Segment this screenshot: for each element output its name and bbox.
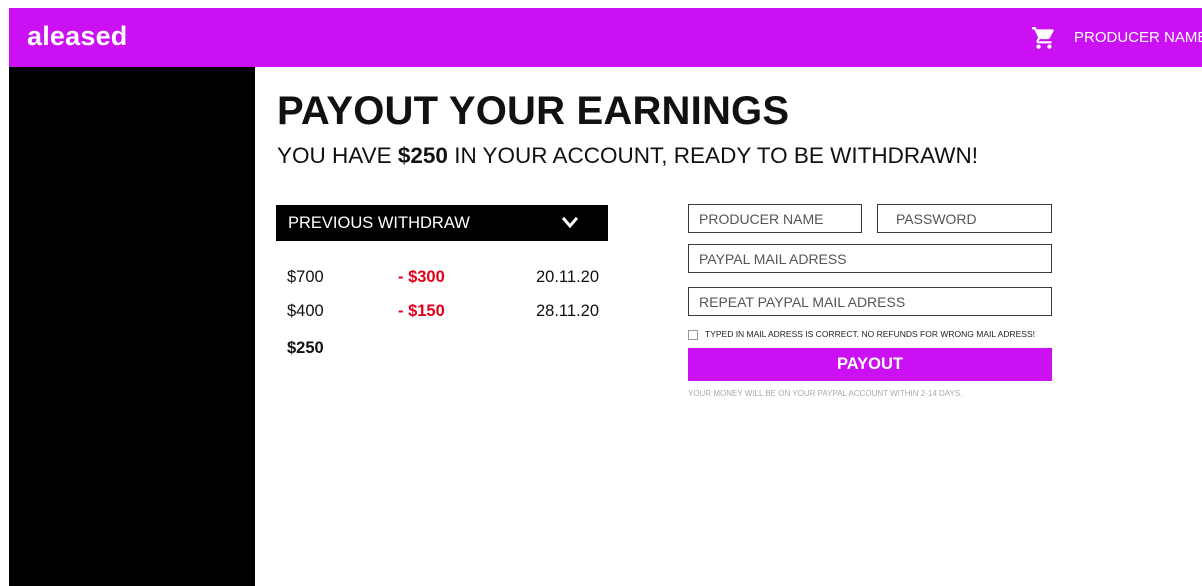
logo[interactable]: aleased <box>27 21 127 52</box>
payout-button[interactable]: PAYOUT <box>688 348 1052 381</box>
previous-withdraw-dropdown[interactable]: PREVIOUS WITHDRAW <box>276 205 608 241</box>
page-title: PAYOUT YOUR EARNINGS <box>277 89 790 133</box>
user-menu[interactable]: PRODUCER NAME <box>1074 29 1202 46</box>
confirm-label: TYPED IN MAIL ADRESS IS CORRECT. NO REFU… <box>705 329 1035 339</box>
payout-note: YOUR MONEY WILL BE ON YOUR PAYPAL ACCOUN… <box>688 389 963 398</box>
producer-name-input[interactable] <box>688 204 862 233</box>
row-change: - $150 <box>398 302 445 320</box>
withdraw-total: $250 <box>287 339 324 357</box>
chevron-down-icon <box>561 216 579 229</box>
row-change: - $300 <box>398 268 445 286</box>
confirm-email-row: TYPED IN MAIL ADRESS IS CORRECT. NO REFU… <box>688 329 1058 341</box>
row-amount: $400 <box>287 302 324 320</box>
previous-withdraw-label: PREVIOUS WITHDRAW <box>288 214 470 232</box>
sidebar <box>9 67 255 586</box>
top-bar: aleased PRODUCER NAME <box>9 8 1202 67</box>
balance-suffix: IN YOUR ACCOUNT, READY TO BE WITHDRAWN! <box>447 143 979 168</box>
balance-prefix: YOU HAVE <box>277 143 398 168</box>
withdraw-row: $700 - $300 20.11.20 <box>287 268 607 292</box>
password-input[interactable] <box>877 204 1052 233</box>
repeat-paypal-email-input[interactable] <box>688 287 1052 316</box>
row-date: 20.11.20 <box>536 268 600 286</box>
cart-icon[interactable] <box>1031 25 1057 51</box>
withdraw-row: $400 - $150 28.11.20 <box>287 302 607 326</box>
balance-amount: $250 <box>397 143 448 168</box>
payout-page: aleased PRODUCER NAME PAYOUT YOUR EARNIN… <box>0 0 1202 586</box>
confirm-checkbox[interactable] <box>688 330 698 340</box>
row-date: 28.11.20 <box>536 302 600 320</box>
paypal-email-input[interactable] <box>688 244 1052 273</box>
row-amount: $700 <box>287 268 324 286</box>
balance-summary: YOU HAVE $250 IN YOUR ACCOUNT, READY TO … <box>277 143 978 169</box>
